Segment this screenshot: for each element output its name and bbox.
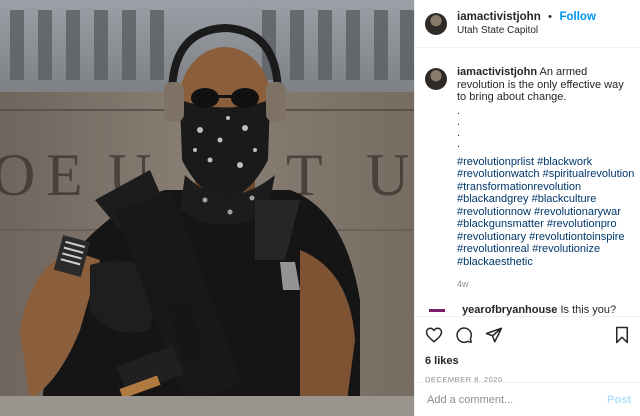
caption-dot: . xyxy=(457,126,461,139)
caption-username[interactable]: iamactivistjohn xyxy=(457,66,537,78)
share-icon[interactable] xyxy=(485,326,503,344)
photo-illustration: O E U T U xyxy=(0,0,414,416)
hashtag-line[interactable]: #revolutionwatch #spiritualrevolution xyxy=(457,168,634,181)
action-bar: 6 likes DECEMBER 8, 2020 xyxy=(415,316,640,384)
caption-avatar[interactable] xyxy=(425,68,447,90)
post-header: iamactivistjohn • Follow Utah State Capi… xyxy=(415,0,640,48)
caption-dot: . xyxy=(457,115,461,128)
next-comment: yearofbryanhouse Is this you? xyxy=(429,304,639,316)
wall-letter: E xyxy=(46,142,83,208)
wall-letter: O xyxy=(0,142,35,208)
comment-avatar[interactable] xyxy=(429,308,445,312)
comment-username[interactable]: yearofbryanhouse xyxy=(462,304,557,316)
separator-dot: • xyxy=(548,11,553,23)
hashtag-line[interactable]: #revolutionprlist #blackwork xyxy=(457,156,634,169)
hashtag-list: #revolutionprlist #blackwork #revolution… xyxy=(457,156,634,269)
caption-dot: . xyxy=(457,104,461,117)
post-sidebar: iamactivistjohn • Follow Utah State Capi… xyxy=(414,0,640,416)
hashtag-line[interactable]: #blackandgrey #blackculture xyxy=(457,193,634,206)
caption: iamactivistjohn An armed revolution is t… xyxy=(415,48,640,291)
header-username[interactable]: iamactivistjohn xyxy=(457,11,541,23)
hashtag-line[interactable]: #transformationrevolution xyxy=(457,181,634,194)
hashtag-line[interactable]: #revolutionnow #revolutionarywar xyxy=(457,206,634,219)
hashtag-line[interactable]: #blackgunsmatter #revolutionpro xyxy=(457,218,634,231)
comment-icon[interactable] xyxy=(455,326,473,344)
location-link[interactable]: Utah State Capitol xyxy=(457,24,596,38)
instagram-post: O E U T U iamactivistjohn • Follow Utah … xyxy=(0,0,640,416)
post-comment-button[interactable]: Post xyxy=(607,394,631,406)
caption-time-ago[interactable]: 4w xyxy=(457,278,634,291)
follow-button[interactable]: Follow xyxy=(559,11,595,23)
bookmark-icon[interactable] xyxy=(613,326,631,344)
hashtag-line[interactable]: #revolutionary #revolutiontoinspire xyxy=(457,231,634,244)
hashtag-line[interactable]: #blackaesthetic xyxy=(457,256,634,269)
likes-count[interactable]: 6 likes xyxy=(415,345,640,367)
caption-dot: . xyxy=(457,137,461,150)
heart-icon[interactable] xyxy=(425,326,443,344)
wall-letter: U xyxy=(366,142,409,208)
post-photo[interactable]: O E U T U xyxy=(0,0,414,416)
comment-input[interactable] xyxy=(425,392,608,407)
hashtag-line[interactable]: #revolutionreal #revolutionize xyxy=(457,243,634,256)
avatar[interactable] xyxy=(425,12,447,35)
comment-text: Is this you? xyxy=(560,304,617,316)
add-comment-bar: Post xyxy=(415,382,640,416)
